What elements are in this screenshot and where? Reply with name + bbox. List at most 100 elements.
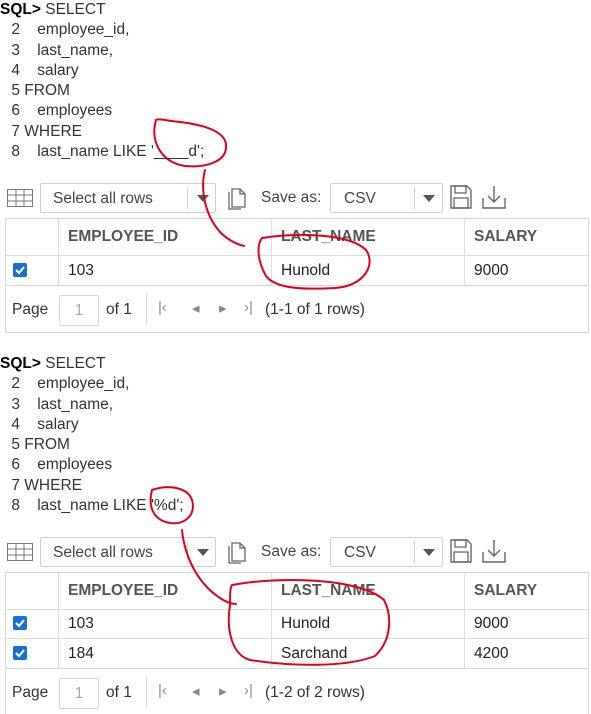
first-page-icon[interactable]: |‹ bbox=[158, 299, 167, 316]
row-count-summary: (1-2 of 2 rows) bbox=[265, 684, 365, 701]
checkmark-icon bbox=[15, 619, 25, 628]
table-row[interactable]: 103 Hunold 9000 bbox=[6, 256, 588, 285]
table-row[interactable]: 103 Hunold 9000 bbox=[6, 610, 588, 639]
page-number-input[interactable]: 1 bbox=[59, 295, 99, 326]
cell-employee-id: 103 bbox=[58, 256, 271, 285]
page-number-input[interactable]: 1 bbox=[59, 678, 99, 709]
line-number: 4 bbox=[11, 61, 20, 79]
sql-line-text: salary bbox=[20, 415, 79, 433]
line-number: 5 bbox=[11, 82, 20, 100]
sql-line-text: salary bbox=[20, 61, 79, 79]
results-toolbar: Select all rows Save as: CSV bbox=[0, 537, 591, 569]
grid-icon[interactable] bbox=[7, 189, 33, 207]
sql-line-text: FROM bbox=[20, 82, 70, 100]
sql-line-text: SELECT bbox=[40, 1, 106, 18]
row-checkbox[interactable] bbox=[13, 616, 27, 630]
sql-prompt: SQL> bbox=[0, 1, 41, 18]
sql-line-text: SELECT bbox=[40, 355, 106, 372]
download-icon[interactable] bbox=[481, 538, 507, 564]
line-number: 5 bbox=[11, 436, 20, 454]
query-panel-1: SQL> SELECT 2 employee_id, 3 last_name, … bbox=[0, 0, 591, 340]
download-icon[interactable] bbox=[481, 184, 507, 210]
cell-employee-id: 103 bbox=[58, 610, 271, 638]
chevron-down-icon bbox=[197, 549, 209, 556]
format-select-value: CSV bbox=[344, 190, 376, 207]
line-number: 3 bbox=[11, 41, 20, 59]
last-page-icon[interactable]: ›| bbox=[244, 682, 253, 699]
column-header[interactable]: EMPLOYEE_ID bbox=[58, 573, 271, 609]
floppy-disk-icon[interactable] bbox=[449, 184, 473, 210]
select-all-column[interactable] bbox=[6, 573, 58, 609]
query-panel-2: SQL> SELECT 2 employee_id, 3 last_name, … bbox=[0, 354, 591, 714]
row-select-cell bbox=[6, 639, 58, 668]
column-header[interactable]: LAST_NAME bbox=[271, 573, 464, 609]
document-icon[interactable] bbox=[226, 186, 250, 210]
last-page-icon[interactable]: ›| bbox=[244, 299, 253, 316]
line-number: 2 bbox=[11, 21, 20, 39]
line-number: 8 bbox=[11, 143, 20, 161]
prev-page-icon[interactable]: ◂ bbox=[192, 682, 200, 700]
column-header[interactable]: SALARY bbox=[464, 573, 588, 609]
line-number: 3 bbox=[11, 395, 20, 413]
prev-page-icon[interactable]: ◂ bbox=[192, 299, 200, 317]
results-grid: EMPLOYEE_ID LAST_NAME SALARY 103 Hunold … bbox=[5, 572, 589, 669]
results-toolbar: Select all rows Save as: CSV bbox=[0, 183, 591, 215]
chevron-down-icon bbox=[423, 549, 435, 556]
cell-salary: 4200 bbox=[464, 639, 588, 668]
line-number: 6 bbox=[11, 456, 20, 474]
sql-line-text: FROM bbox=[20, 436, 70, 454]
column-header[interactable]: SALARY bbox=[464, 219, 588, 255]
page-count-label: of 1 bbox=[106, 301, 132, 318]
grid-icon[interactable] bbox=[7, 543, 33, 561]
document-icon[interactable] bbox=[226, 540, 250, 564]
results-grid: EMPLOYEE_ID LAST_NAME SALARY 103 Hunold … bbox=[5, 218, 589, 286]
next-page-icon[interactable]: ▸ bbox=[219, 682, 227, 700]
line-number: 7 bbox=[11, 122, 20, 140]
page-label: Page bbox=[12, 684, 49, 701]
line-number: 2 bbox=[11, 375, 20, 393]
sql-editor[interactable]: SQL> SELECT 2 employee_id, 3 last_name, … bbox=[0, 354, 184, 516]
page-count-label: of 1 bbox=[106, 684, 132, 701]
sql-line-text: employee_id, bbox=[20, 21, 130, 39]
page-label: Page bbox=[12, 301, 49, 318]
line-number: 8 bbox=[11, 497, 20, 515]
table-row[interactable]: 184 Sarchand 4200 bbox=[6, 639, 588, 668]
select-all-column[interactable] bbox=[6, 219, 58, 255]
line-number: 6 bbox=[11, 102, 20, 120]
sql-line-text: last_name, bbox=[20, 41, 114, 59]
row-checkbox[interactable] bbox=[13, 262, 27, 277]
save-as-label: Save as: bbox=[261, 543, 322, 560]
rows-select-value: Select all rows bbox=[53, 190, 153, 207]
cell-last-name: Hunold bbox=[271, 256, 464, 285]
grid-header-row: EMPLOYEE_ID LAST_NAME SALARY bbox=[6, 219, 588, 256]
cell-employee-id: 184 bbox=[58, 639, 271, 668]
chevron-down-icon bbox=[423, 195, 435, 202]
line-number: 7 bbox=[11, 476, 20, 494]
checkmark-icon bbox=[15, 265, 25, 274]
format-select[interactable]: CSV bbox=[330, 183, 443, 213]
sql-editor[interactable]: SQL> SELECT 2 employee_id, 3 last_name, … bbox=[0, 0, 204, 162]
format-select-value: CSV bbox=[344, 544, 376, 561]
rows-select[interactable]: Select all rows bbox=[40, 537, 216, 567]
row-checkbox[interactable] bbox=[13, 645, 27, 660]
cell-last-name: Hunold bbox=[271, 610, 464, 638]
column-header[interactable]: EMPLOYEE_ID bbox=[58, 219, 271, 255]
cell-last-name: Sarchand bbox=[271, 639, 464, 668]
first-page-icon[interactable]: |‹ bbox=[158, 682, 167, 699]
sql-line-text: employee_id, bbox=[20, 375, 130, 393]
sql-line-text: WHERE bbox=[20, 122, 82, 140]
rows-select[interactable]: Select all rows bbox=[40, 183, 216, 213]
sql-line-text: employees bbox=[20, 102, 113, 120]
save-as-label: Save as: bbox=[261, 189, 322, 206]
column-header[interactable]: LAST_NAME bbox=[271, 219, 464, 255]
row-count-summary: (1-1 of 1 rows) bbox=[265, 301, 365, 318]
floppy-disk-icon[interactable] bbox=[449, 538, 473, 564]
sql-line-text: employees bbox=[20, 456, 113, 474]
next-page-icon[interactable]: ▸ bbox=[219, 299, 227, 317]
format-select[interactable]: CSV bbox=[330, 537, 443, 567]
pagination-bar: Page 1 of 1 |‹ ◂ ▸ ›| (1-1 of 1 rows) bbox=[5, 287, 589, 333]
sql-line-text: WHERE bbox=[20, 476, 82, 494]
sql-line-text: last_name LIKE '%d'; bbox=[20, 497, 184, 515]
line-number: 4 bbox=[11, 415, 20, 433]
sql-line-text: last_name LIKE '____d'; bbox=[20, 143, 205, 161]
